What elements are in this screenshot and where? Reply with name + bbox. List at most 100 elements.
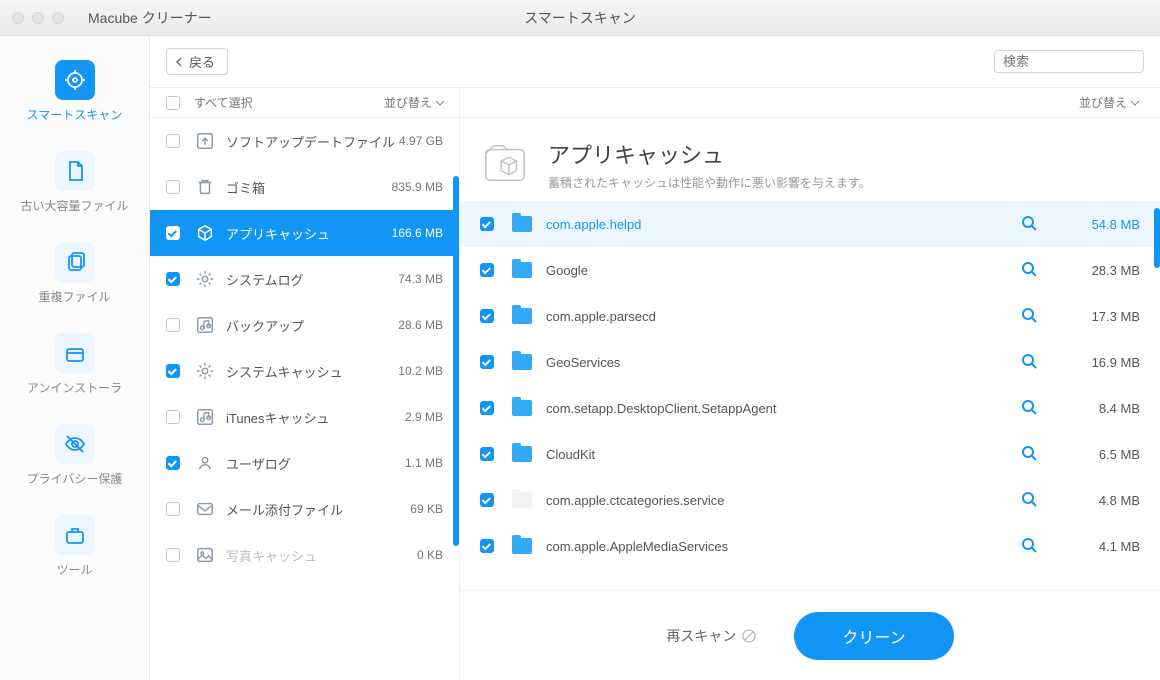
rescan-button[interactable]: 再スキャン [666,626,756,646]
sidebar-item-4[interactable]: プライバシー保護 [0,410,149,501]
category-label: ゴミ箱 [226,178,392,197]
category-size: 2.9 MB [405,410,443,424]
reveal-button[interactable] [1020,444,1040,464]
category-list[interactable]: ソフトアップデートファイル4.97 GBゴミ箱835.9 MBアプリキャッシュ1… [150,118,459,680]
checkbox[interactable] [166,226,180,240]
sidebar-label: スマートスキャン [27,106,123,123]
sort-label: 並び替え [1079,94,1127,111]
sidebar-label: アンインストーラ [27,379,122,396]
checkbox[interactable] [166,134,180,148]
gear-icon [194,360,216,382]
sidebar-item-2[interactable]: 重複ファイル [0,228,149,319]
box-icon [55,333,95,373]
sidebar: スマートスキャン古い大容量ファイル重複ファイルアンインストーラプライバシー保護ツ… [0,36,150,680]
select-all-label: すべて選択 [194,94,253,111]
category-row[interactable]: iTunesキャッシュ2.9 MB [150,394,459,440]
checkbox[interactable] [480,217,494,231]
category-label: iTunesキャッシュ [226,408,405,427]
image-icon [194,544,216,566]
item-name: com.setapp.DesktopClient.SetappAgent [546,401,1008,416]
sidebar-item-5[interactable]: ツール [0,501,149,592]
category-row[interactable]: アプリキャッシュ166.6 MB [150,210,459,256]
category-row[interactable]: システムログ74.3 MB [150,256,459,302]
item-list[interactable]: com.apple.helpd54.8 MBGoogle28.3 MBcom.a… [460,201,1160,590]
back-button[interactable]: 戻る [166,48,228,75]
folder-icon [512,446,532,462]
sidebar-label: 古い大容量ファイル [20,197,128,214]
category-row[interactable]: メール添付ファイル69 KB [150,486,459,532]
detail-subtitle: 蓄積されたキャッシュは性能や動作に悪い影響を与えます。 [548,174,871,191]
music-icon [194,406,216,428]
checkbox[interactable] [480,493,494,507]
detail-panel: 並び替え アプリキャッシュ 蓄積されたキャッシュは性能や動作に悪い影響を与えます… [460,88,1160,680]
checkbox[interactable] [166,364,180,378]
sort-label: 並び替え [384,94,432,111]
reveal-button[interactable] [1020,306,1040,326]
detail-sort[interactable]: 並び替え [1079,94,1140,111]
checkbox[interactable] [166,180,180,194]
toolbox-icon [55,515,95,555]
category-sort[interactable]: 並び替え [384,94,445,111]
category-size: 0 KB [417,548,443,562]
sidebar-item-0[interactable]: スマートスキャン [0,46,149,137]
search-input[interactable] [1003,54,1160,69]
copy-icon [55,242,95,282]
reveal-button[interactable] [1020,214,1040,234]
search-box[interactable] [994,50,1144,73]
category-row[interactable]: システムキャッシュ10.2 MB [150,348,459,394]
sidebar-item-1[interactable]: 古い大容量ファイル [0,137,149,228]
reveal-button[interactable] [1020,490,1040,510]
category-size: 69 KB [410,502,443,516]
checkbox[interactable] [166,410,180,424]
item-row[interactable]: com.apple.parsecd17.3 MB [460,293,1160,339]
checkbox[interactable] [480,309,494,323]
user-icon [194,452,216,474]
checkbox[interactable] [480,355,494,369]
category-row[interactable]: バックアップ28.6 MB [150,302,459,348]
item-name: CloudKit [546,447,1008,462]
reveal-button[interactable] [1020,352,1040,372]
cache-cube-icon [480,138,530,188]
item-row[interactable]: Google28.3 MB [460,247,1160,293]
checkbox[interactable] [480,401,494,415]
category-label: システムキャッシュ [226,362,398,381]
item-row[interactable]: GeoServices16.9 MB [460,339,1160,385]
select-all-checkbox[interactable] [166,96,180,110]
sidebar-item-3[interactable]: アンインストーラ [0,319,149,410]
item-name: com.apple.AppleMediaServices [546,539,1008,554]
reveal-button[interactable] [1020,398,1040,418]
item-row[interactable]: com.apple.AppleMediaServices4.1 MB [460,523,1160,569]
gear-icon [194,268,216,290]
category-row[interactable]: ユーザログ1.1 MB [150,440,459,486]
checkbox[interactable] [166,272,180,286]
file-icon [55,151,95,191]
checkbox[interactable] [480,447,494,461]
category-row[interactable]: 写真キャッシュ0 KB [150,532,459,578]
item-row[interactable]: com.apple.ctcategories.service4.8 MB [460,477,1160,523]
checkbox[interactable] [480,263,494,277]
reveal-button[interactable] [1020,260,1040,280]
category-row[interactable]: ゴミ箱835.9 MB [150,164,459,210]
item-row[interactable]: CloudKit6.5 MB [460,431,1160,477]
item-row[interactable]: com.apple.helpd54.8 MB [460,201,1160,247]
folder-icon [512,308,532,324]
scrollbar[interactable] [453,176,459,546]
scrollbar[interactable] [1154,208,1160,268]
checkbox[interactable] [480,539,494,553]
reveal-button[interactable] [1020,536,1040,556]
item-size: 4.8 MB [1070,493,1140,508]
window-controls[interactable] [12,12,64,24]
checkbox[interactable] [166,456,180,470]
category-row[interactable]: ソフトアップデートファイル4.97 GB [150,118,459,164]
category-header: すべて選択 並び替え [150,88,459,118]
back-label: 戻る [189,52,215,71]
checkbox[interactable] [166,318,180,332]
item-row[interactable]: com.setapp.DesktopClient.SetappAgent8.4 … [460,385,1160,431]
sidebar-label: 重複ファイル [38,288,110,305]
checkbox[interactable] [166,548,180,562]
clean-button[interactable]: クリーン [794,612,953,660]
checkbox[interactable] [166,502,180,516]
mail-icon [194,498,216,520]
item-size: 16.9 MB [1070,355,1140,370]
category-label: バックアップ [226,316,398,335]
